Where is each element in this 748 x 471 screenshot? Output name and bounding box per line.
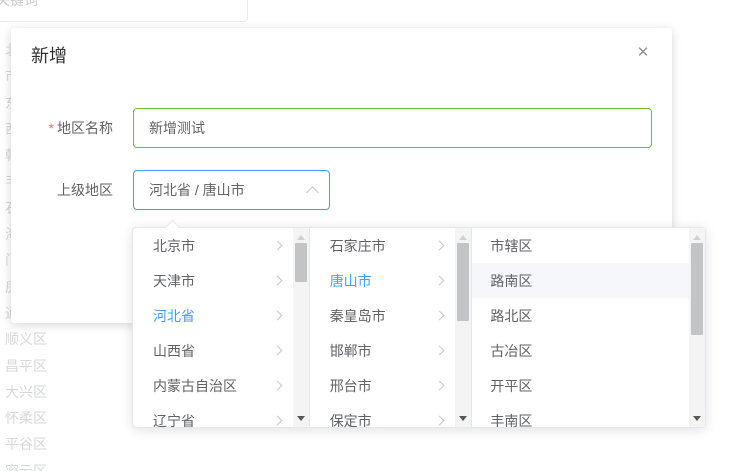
cascader-option[interactable]: 辽宁省	[133, 403, 293, 427]
scrollbar-thumb[interactable]	[691, 243, 703, 335]
background-table-row: 昌平区	[5, 353, 125, 379]
cascader-option[interactable]: 保定市	[310, 403, 456, 427]
parent-region-cascader-input[interactable]: 河北省 / 唐山市	[133, 170, 330, 210]
chevron-right-icon	[435, 311, 445, 321]
chevron-right-icon	[435, 346, 445, 356]
cascader-option-label: 开平区	[490, 376, 532, 396]
close-icon[interactable]: ✕	[634, 44, 652, 62]
cascader-option[interactable]: 山西省	[133, 333, 293, 368]
page: 关键词 北京市市辖区东城区西城区朝阳区丰台区石景山区海淀区门头沟区房山区通州区顺…	[0, 0, 748, 471]
cascader-option-label: 河北省	[153, 306, 195, 326]
region-name-value: 新增测试	[149, 118, 205, 138]
chevron-right-icon	[272, 381, 282, 391]
dialog-title: 新增	[31, 44, 67, 68]
cascader-option[interactable]: 路南区	[472, 263, 689, 298]
cascader-dropdown: 北京市天津市河北省山西省内蒙古自治区辽宁省 石家庄市唐山市秦皇岛市邯郸市邢台市保…	[132, 227, 706, 428]
chevron-right-icon	[435, 241, 445, 251]
cascader-option[interactable]: 路北区	[472, 298, 689, 333]
scrollbar-thumb[interactable]	[457, 243, 469, 321]
cascader-option-label: 丰南区	[490, 411, 532, 428]
scrollbar-thumb[interactable]	[295, 243, 307, 282]
scrollbar[interactable]	[293, 228, 309, 427]
scrollbar[interactable]	[455, 228, 471, 427]
chevron-right-icon	[272, 276, 282, 286]
chevron-right-icon	[435, 381, 445, 391]
cascader-option-label: 辽宁省	[153, 411, 195, 428]
parent-region-label: 上级地区	[11, 170, 113, 210]
cascader-option[interactable]: 天津市	[133, 263, 293, 298]
background-table-row: 平谷区	[5, 431, 125, 457]
cascader-option-label: 北京市	[153, 236, 195, 256]
cascader-option[interactable]: 北京市	[133, 228, 293, 263]
cascader-column-cities: 石家庄市唐山市秦皇岛市邯郸市邢台市保定市	[310, 228, 473, 427]
cascader-option-label: 市辖区	[490, 236, 532, 256]
cascader-option[interactable]: 古冶区	[472, 333, 689, 368]
cascader-option[interactable]: 唐山市	[310, 263, 456, 298]
background-table-row: 大兴区	[5, 379, 125, 405]
cascader-option-label: 路北区	[490, 306, 532, 326]
cascader-column-districts: 市辖区路南区路北区古冶区开平区丰南区	[472, 228, 705, 427]
chevron-right-icon	[272, 241, 282, 251]
background-search-input: 关键词	[0, 0, 248, 22]
cascader-option-label: 石家庄市	[330, 236, 386, 256]
scroll-down-icon[interactable]	[455, 411, 471, 425]
cascader-option[interactable]: 内蒙古自治区	[133, 368, 293, 403]
background-table-row: 顺义区	[5, 326, 125, 352]
cascader-option[interactable]: 秦皇岛市	[310, 298, 456, 333]
scroll-down-icon[interactable]	[689, 411, 705, 425]
cascader-option-label: 山西省	[153, 341, 195, 361]
chevron-right-icon	[435, 276, 445, 286]
cascader-option-label: 保定市	[330, 411, 372, 428]
cascader-option-label: 唐山市	[330, 271, 372, 291]
cascader-option-label: 古冶区	[490, 341, 532, 361]
cascader-option-label: 路南区	[490, 271, 532, 291]
chevron-right-icon	[435, 416, 445, 426]
chevron-right-icon	[272, 311, 282, 321]
cascader-option[interactable]: 开平区	[472, 368, 689, 403]
cascader-option-label: 邢台市	[330, 376, 372, 396]
cascader-option-label: 天津市	[153, 271, 195, 291]
cascader-option[interactable]: 丰南区	[472, 403, 689, 427]
background-table-row: 密云区	[5, 458, 125, 471]
cascader-option-label: 秦皇岛市	[330, 306, 386, 326]
chevron-right-icon	[272, 416, 282, 426]
cascader-column-provinces: 北京市天津市河北省山西省内蒙古自治区辽宁省	[133, 228, 310, 427]
scroll-up-icon[interactable]	[455, 230, 471, 244]
cascader-option[interactable]: 河北省	[133, 298, 293, 333]
scroll-down-icon[interactable]	[293, 411, 309, 425]
search-placeholder: 关键词	[0, 0, 38, 10]
form-row-parent-region: 上级地区 河北省 / 唐山市	[11, 170, 330, 210]
chevron-up-icon	[306, 186, 319, 199]
form-row-region-name: *地区名称 新增测试	[11, 108, 652, 148]
cascader-option[interactable]: 邯郸市	[310, 333, 456, 368]
required-asterisk: *	[49, 120, 54, 136]
cascader-option[interactable]: 市辖区	[472, 228, 689, 263]
cascader-option[interactable]: 石家庄市	[310, 228, 456, 263]
cascader-option[interactable]: 邢台市	[310, 368, 456, 403]
cascader-option-label: 邯郸市	[330, 341, 372, 361]
chevron-right-icon	[272, 346, 282, 356]
scrollbar[interactable]	[689, 228, 705, 427]
scroll-up-icon[interactable]	[689, 230, 705, 244]
scroll-up-icon[interactable]	[293, 230, 309, 244]
background-table-row: 怀柔区	[5, 405, 125, 431]
parent-region-value: 河北省 / 唐山市	[149, 180, 245, 200]
cascader-option-label: 内蒙古自治区	[153, 376, 237, 396]
region-name-input[interactable]: 新增测试	[133, 108, 652, 148]
region-name-label: *地区名称	[11, 108, 113, 148]
